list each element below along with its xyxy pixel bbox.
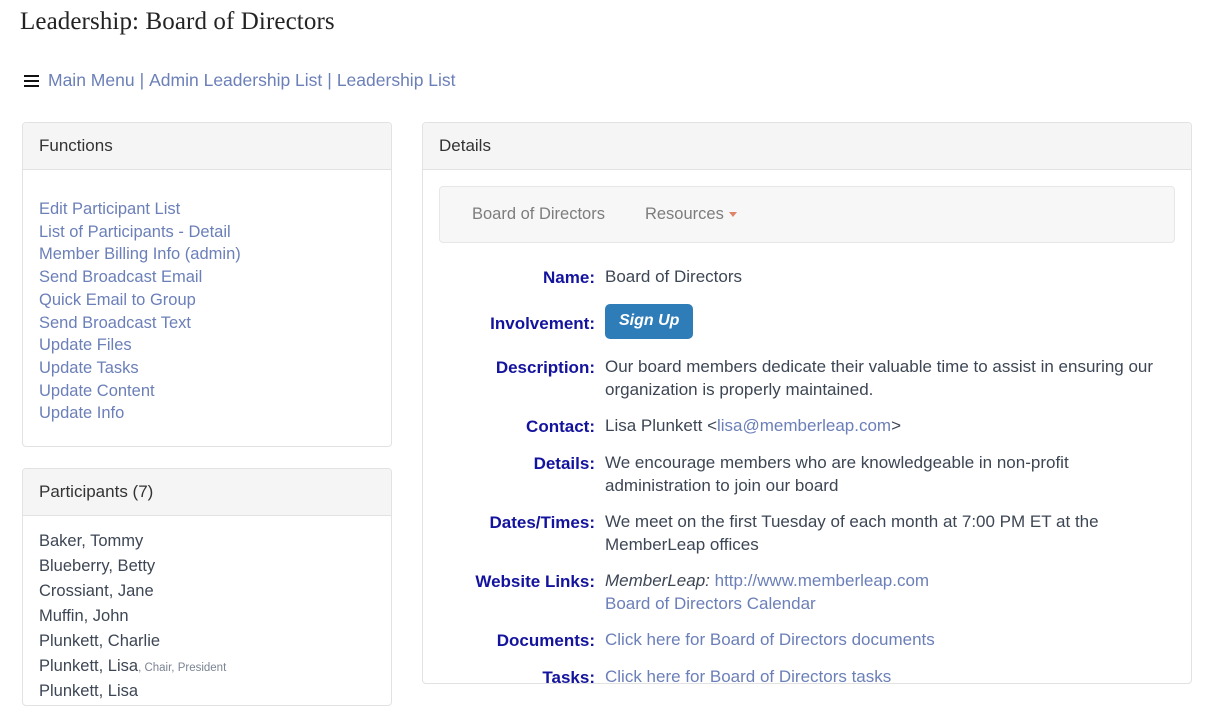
- detail-label-tasks: Tasks:: [542, 668, 595, 687]
- function-link-list-of-participants-detail[interactable]: List of Participants - Detail: [39, 221, 231, 244]
- detail-row-description: Description: Our board members dedicate …: [423, 355, 1177, 401]
- participants-panel-heading: Participants (7): [23, 469, 391, 516]
- details-inner-navbar: Board of Directors Resources: [439, 186, 1175, 243]
- detail-value-details: We encourage members who are knowledgeab…: [605, 453, 1069, 495]
- detail-label-details: Details:: [533, 454, 595, 473]
- list-item: Plunkett, Charlie: [39, 630, 391, 655]
- sign-up-button[interactable]: Sign Up: [605, 304, 694, 339]
- function-link-update-tasks[interactable]: Update Tasks: [39, 357, 139, 380]
- participant-name: Blueberry, Betty: [39, 557, 156, 575]
- breadcrumb-link-admin-leadership-list[interactable]: Admin Leadership List: [149, 70, 322, 91]
- detail-row-tasks: Tasks: Click here for Board of Directors…: [423, 665, 1177, 689]
- website-url-link[interactable]: http://www.memberleap.com: [715, 571, 929, 590]
- participants-panel: Participants (7) Baker, Tommy Blueberry,…: [22, 468, 392, 706]
- detail-label-website-links: Website Links:: [475, 572, 595, 591]
- list-item: Crossiant, Jane: [39, 580, 391, 605]
- functions-panel-body: Edit Participant List List of Participan…: [23, 170, 391, 439]
- detail-label-documents: Documents:: [496, 631, 595, 650]
- detail-row-contact: Contact: Lisa Plunkett <lisa@memberleap.…: [423, 414, 1177, 438]
- details-panel-heading: Details: [423, 123, 1191, 170]
- dropdown-resources[interactable]: Resources: [645, 205, 737, 224]
- participant-name: Muffin, John: [39, 607, 129, 625]
- detail-row-name: Name: Board of Directors: [423, 265, 1177, 289]
- function-link-update-content[interactable]: Update Content: [39, 380, 155, 403]
- detail-row-website-links: Website Links: MemberLeap: http://www.me…: [423, 569, 1177, 615]
- website-site-name: MemberLeap:: [605, 571, 710, 590]
- list-item: Plunkett, Lisa, Chair, President: [39, 655, 391, 680]
- detail-row-documents: Documents: Click here for Board of Direc…: [423, 628, 1177, 652]
- details-panel-body: Board of Directors Resources Name: Board…: [423, 186, 1191, 689]
- tasks-link[interactable]: Click here for Board of Directors tasks: [605, 667, 891, 686]
- function-link-quick-email-to-group[interactable]: Quick Email to Group: [39, 289, 196, 312]
- detail-value-website-links: MemberLeap: http://www.memberleap.com Bo…: [605, 569, 929, 615]
- participant-name: Plunkett, Charlie: [39, 632, 161, 650]
- list-item: Baker, Tommy: [39, 530, 391, 555]
- participant-name: Crossiant, Jane: [39, 582, 154, 600]
- participant-name: Baker, Tommy: [39, 532, 144, 550]
- tab-board-of-directors[interactable]: Board of Directors: [472, 205, 605, 224]
- detail-label-description: Description:: [495, 358, 595, 377]
- detail-label-name: Name:: [543, 268, 595, 287]
- breadcrumb-link-main-menu[interactable]: Main Menu: [48, 70, 135, 91]
- caret-down-icon: [728, 212, 737, 217]
- functions-panel-heading: Functions: [23, 123, 391, 170]
- page-title: Leadership: Board of Directors: [20, 8, 335, 35]
- hamburger-icon[interactable]: [24, 75, 39, 87]
- participant-role: , Chair, President: [138, 662, 227, 674]
- contact-email-link[interactable]: lisa@memberleap.com: [717, 416, 891, 435]
- function-link-update-files[interactable]: Update Files: [39, 334, 132, 357]
- list-item: Blueberry, Betty: [39, 555, 391, 580]
- details-panel: Details Board of Directors Resources Nam…: [422, 122, 1192, 687]
- function-link-send-broadcast-text[interactable]: Send Broadcast Text: [39, 312, 191, 335]
- function-link-send-broadcast-email[interactable]: Send Broadcast Email: [39, 266, 202, 289]
- contact-person-name: Lisa Plunkett: [605, 416, 703, 435]
- breadcrumb: Main Menu | Admin Leadership List | Lead…: [24, 70, 456, 91]
- detail-row-details: Details: We encourage members who are kn…: [423, 451, 1177, 497]
- detail-label-dates-times: Dates/Times:: [489, 513, 595, 532]
- detail-row-dates-times: Dates/Times: We meet on the first Tuesda…: [423, 510, 1177, 556]
- functions-link-list: Edit Participant List List of Participan…: [23, 170, 391, 439]
- list-item: Plunkett, Lisa: [39, 680, 391, 705]
- detail-label-contact: Contact:: [526, 417, 595, 436]
- detail-row-involvement: Involvement: Sign Up: [423, 304, 1177, 339]
- participants-panel-body: Baker, Tommy Blueberry, Betty Crossiant,…: [23, 516, 391, 712]
- dropdown-resources-label: Resources: [644, 205, 724, 223]
- functions-panel: Functions Edit Participant List List of …: [22, 122, 392, 447]
- contact-bracket-close: >: [891, 416, 902, 435]
- detail-value-documents: Click here for Board of Directors docume…: [605, 628, 935, 651]
- detail-value-involvement: Sign Up: [605, 304, 694, 339]
- participant-name: Plunkett, Lisa: [39, 657, 139, 675]
- detail-value-name: Board of Directors: [605, 267, 742, 286]
- website-calendar-link[interactable]: Board of Directors Calendar: [605, 594, 816, 613]
- detail-label-involvement: Involvement:: [490, 314, 595, 333]
- detail-value-tasks: Click here for Board of Directors tasks: [605, 665, 891, 688]
- details-rows: Name: Board of Directors Involvement: Si…: [423, 243, 1191, 689]
- participants-list: Baker, Tommy Blueberry, Betty Crossiant,…: [23, 516, 391, 712]
- list-item: Muffin, John: [39, 605, 391, 630]
- breadcrumb-link-leadership-list[interactable]: Leadership List: [337, 70, 456, 91]
- detail-value-dates-times: We meet on the first Tuesday of each mon…: [605, 512, 1099, 554]
- function-link-member-billing-info[interactable]: Member Billing Info (admin): [39, 243, 241, 266]
- participant-name: Plunkett, Lisa: [39, 682, 139, 700]
- breadcrumb-separator-1: |: [139, 70, 145, 90]
- contact-bracket-open: <: [702, 416, 717, 435]
- documents-link[interactable]: Click here for Board of Directors docume…: [605, 630, 935, 649]
- breadcrumb-separator-2: |: [327, 70, 332, 90]
- page-root: Leadership: Board of Directors Main Menu…: [0, 0, 1219, 712]
- detail-value-contact: Lisa Plunkett <lisa@memberleap.com>: [605, 414, 901, 437]
- detail-value-description: Our board members dedicate their valuabl…: [605, 357, 1154, 399]
- function-link-edit-participant-list[interactable]: Edit Participant List: [39, 198, 180, 221]
- function-link-update-info[interactable]: Update Info: [39, 402, 124, 425]
